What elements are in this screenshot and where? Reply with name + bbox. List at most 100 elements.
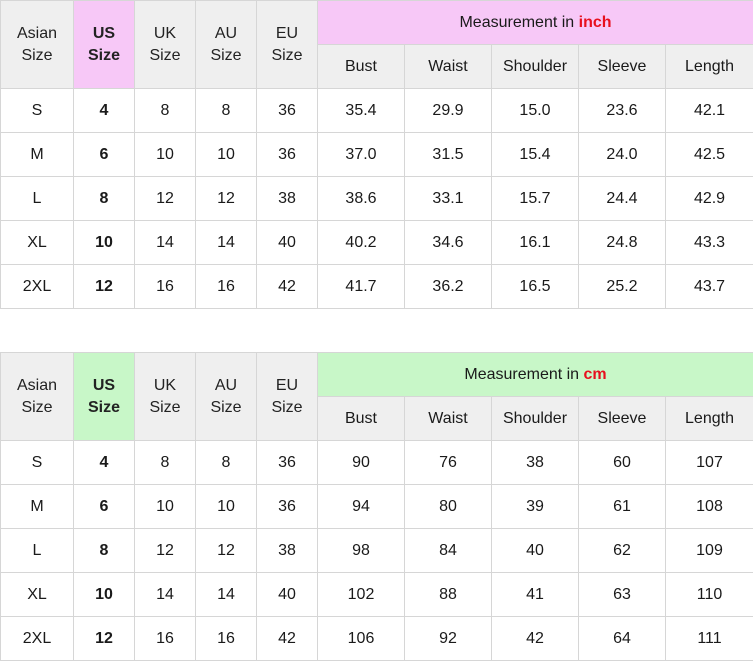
cell-asian: S xyxy=(0,88,74,133)
header-asian-size: Asian Size xyxy=(0,0,74,89)
col-header-waist: Waist xyxy=(404,44,492,89)
header-asian-size: Asian Size xyxy=(0,352,74,441)
cell-shoulder: 15.0 xyxy=(491,88,579,133)
cell-us: 10 xyxy=(73,572,135,617)
table-row: XL 10 14 14 40 102 88 41 63 110 xyxy=(0,572,753,617)
table-row: 2XL 12 16 16 42 106 92 42 64 111 xyxy=(0,616,753,661)
cell-waist: 33.1 xyxy=(404,176,492,221)
header-au-size: AU Size xyxy=(195,352,257,441)
cell-waist: 88 xyxy=(404,572,492,617)
cell-au: 8 xyxy=(195,440,257,485)
cell-au: 14 xyxy=(195,220,257,265)
cell-eu: 36 xyxy=(256,440,318,485)
col-header-sleeve: Sleeve xyxy=(578,44,666,89)
cell-bust: 98 xyxy=(317,528,405,573)
cell-us: 8 xyxy=(73,176,135,221)
col-header-shoulder: Shoulder xyxy=(491,44,579,89)
cell-shoulder: 15.7 xyxy=(491,176,579,221)
cell-sleeve: 63 xyxy=(578,572,666,617)
cell-us: 6 xyxy=(73,132,135,177)
cell-waist: 34.6 xyxy=(404,220,492,265)
cell-au: 8 xyxy=(195,88,257,133)
cell-uk: 14 xyxy=(134,572,196,617)
header-au-size: AU Size xyxy=(195,0,257,89)
size-chart-inch: Asian Size US Size UK Size AU Size EU Size Me… xyxy=(0,0,753,309)
cell-us: 10 xyxy=(73,220,135,265)
table-row: S 4 8 8 36 90 76 38 60 107 xyxy=(0,440,753,485)
cell-au: 12 xyxy=(195,176,257,221)
cell-us: 8 xyxy=(73,528,135,573)
cell-asian: 2XL xyxy=(0,616,74,661)
col-header-length: Length xyxy=(664,396,753,441)
cell-asian: S xyxy=(0,440,74,485)
header-eu-size: EU Size xyxy=(256,352,318,441)
cell-waist: 80 xyxy=(404,484,492,529)
cell-shoulder: 16.5 xyxy=(491,264,579,309)
col-header-length: Length xyxy=(664,44,753,89)
cell-bust: 40.2 xyxy=(317,220,405,265)
cell-length: 109 xyxy=(664,528,753,573)
cell-eu: 40 xyxy=(256,572,318,617)
cell-eu: 40 xyxy=(256,220,318,265)
cell-bust: 94 xyxy=(317,484,405,529)
cell-bust: 106 xyxy=(317,616,405,661)
cell-waist: 76 xyxy=(404,440,492,485)
cell-bust: 35.4 xyxy=(317,88,405,133)
cell-eu: 42 xyxy=(256,264,318,309)
cell-uk: 16 xyxy=(134,616,196,661)
cell-au: 10 xyxy=(195,132,257,177)
size-chart-cm: Asian Size US Size UK Size AU Size EU Size Me… xyxy=(0,352,753,661)
cell-au: 10 xyxy=(195,484,257,529)
cell-shoulder: 39 xyxy=(491,484,579,529)
col-header-bust: Bust xyxy=(317,396,405,441)
col-header-waist: Waist xyxy=(404,396,492,441)
cell-asian: M xyxy=(0,132,74,177)
cell-bust: 37.0 xyxy=(317,132,405,177)
cell-waist: 31.5 xyxy=(404,132,492,177)
cell-length: 43.3 xyxy=(664,220,753,265)
cell-length: 111 xyxy=(664,616,753,661)
cell-uk: 16 xyxy=(134,264,196,309)
header-measurement-inch: Measurement in inch xyxy=(316,0,753,45)
cell-bust: 41.7 xyxy=(317,264,405,309)
cell-length: 42.1 xyxy=(664,88,753,133)
header-us-size: US Size xyxy=(73,0,135,89)
cell-sleeve: 24.8 xyxy=(578,220,666,265)
table-row: S 4 8 8 36 35.4 29.9 15.0 23.6 42.1 xyxy=(0,88,753,133)
header-measurement-cm: Measurement in cm xyxy=(316,352,753,397)
cell-shoulder: 41 xyxy=(491,572,579,617)
cell-eu: 42 xyxy=(256,616,318,661)
cell-sleeve: 24.4 xyxy=(578,176,666,221)
cell-sleeve: 62 xyxy=(578,528,666,573)
cell-sleeve: 64 xyxy=(578,616,666,661)
cell-us: 4 xyxy=(73,440,135,485)
cell-uk: 10 xyxy=(134,132,196,177)
cell-uk: 14 xyxy=(134,220,196,265)
cell-us: 6 xyxy=(73,484,135,529)
cell-waist: 36.2 xyxy=(404,264,492,309)
col-header-sleeve: Sleeve xyxy=(578,396,666,441)
cell-eu: 36 xyxy=(256,484,318,529)
cell-sleeve: 25.2 xyxy=(578,264,666,309)
table-row: XL 10 14 14 40 40.2 34.6 16.1 24.8 43.3 xyxy=(0,220,753,265)
cell-sleeve: 23.6 xyxy=(578,88,666,133)
cell-eu: 36 xyxy=(256,88,318,133)
cell-asian: L xyxy=(0,528,74,573)
cell-bust: 90 xyxy=(317,440,405,485)
cell-shoulder: 15.4 xyxy=(491,132,579,177)
header-uk-size: UK Size xyxy=(134,352,196,441)
cell-sleeve: 60 xyxy=(578,440,666,485)
table-row: L 8 12 12 38 98 84 40 62 109 xyxy=(0,528,753,573)
cell-asian: XL xyxy=(0,572,74,617)
cell-sleeve: 24.0 xyxy=(578,132,666,177)
cell-asian: L xyxy=(0,176,74,221)
cell-length: 42.9 xyxy=(664,176,753,221)
cell-sleeve: 61 xyxy=(578,484,666,529)
cell-eu: 36 xyxy=(256,132,318,177)
cell-waist: 29.9 xyxy=(404,88,492,133)
cell-bust: 102 xyxy=(317,572,405,617)
header-us-size: US Size xyxy=(73,352,135,441)
cell-waist: 84 xyxy=(404,528,492,573)
col-header-bust: Bust xyxy=(317,44,405,89)
cell-shoulder: 16.1 xyxy=(491,220,579,265)
